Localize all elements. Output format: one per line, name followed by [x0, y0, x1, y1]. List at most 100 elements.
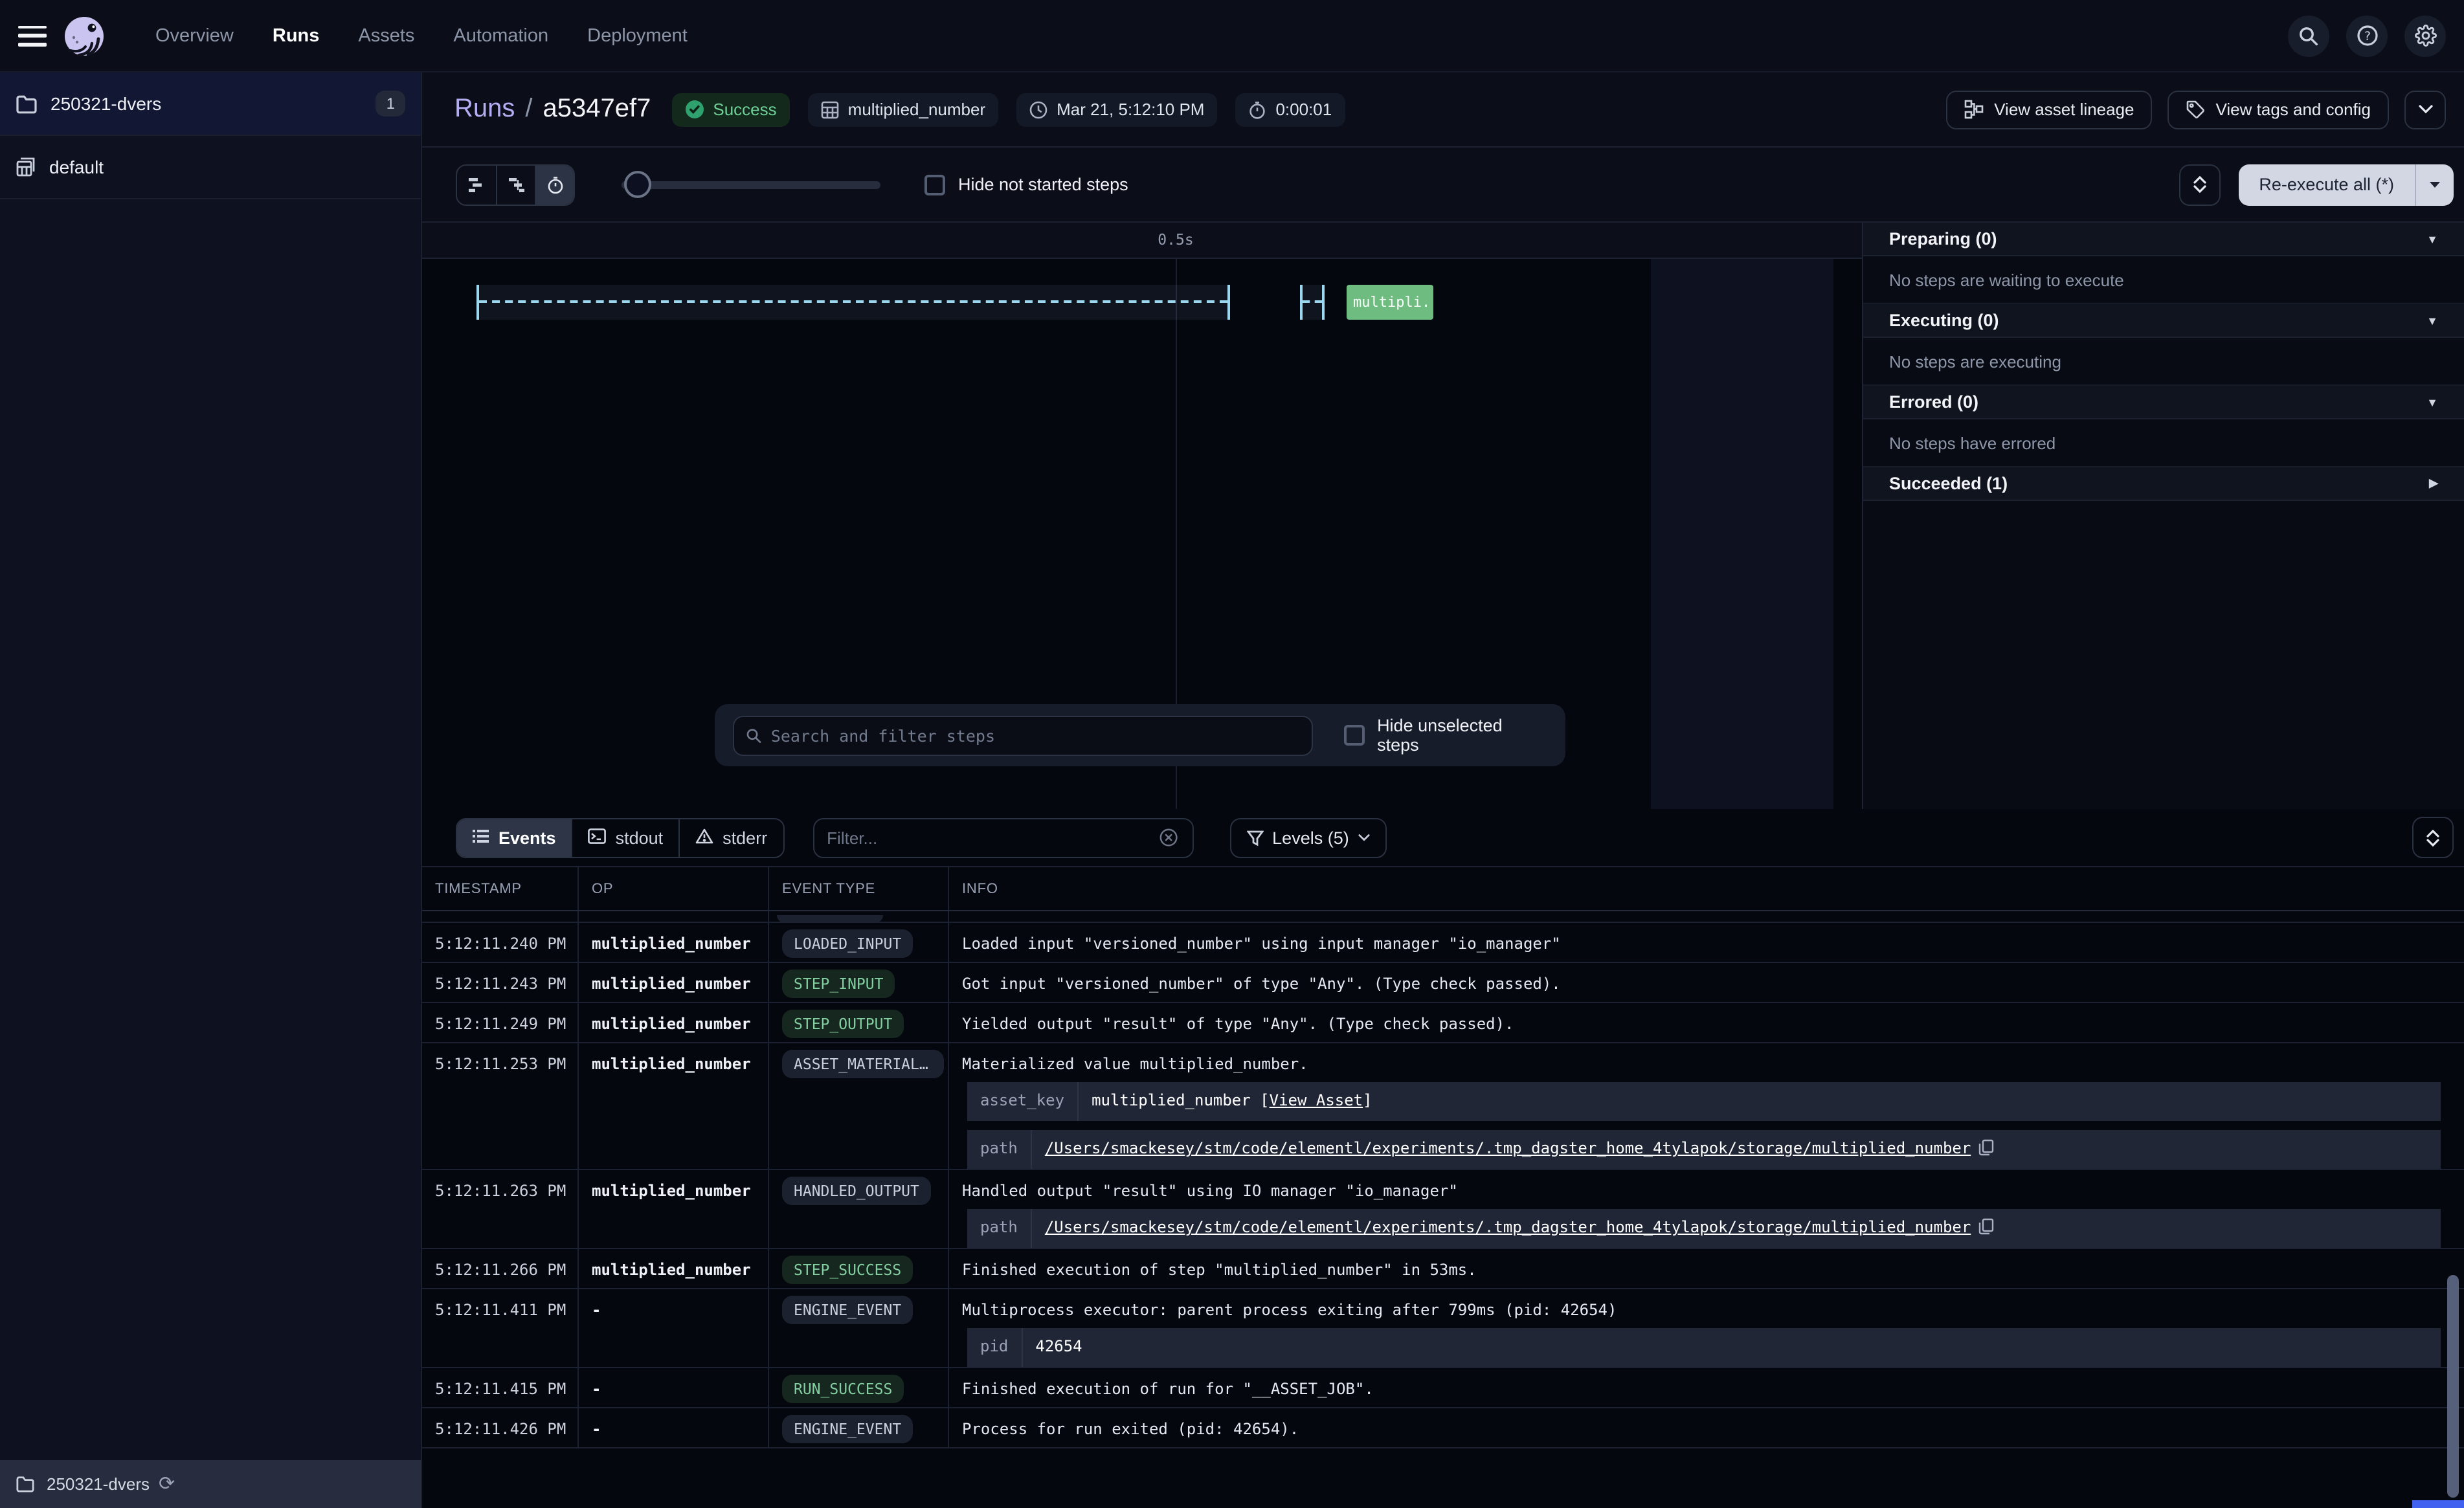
- refresh-icon[interactable]: ⟳: [159, 1474, 175, 1494]
- gantt-step-bar[interactable]: multipli..: [1347, 285, 1433, 320]
- settings-gear-icon[interactable]: [2404, 15, 2446, 56]
- info-cell: Process for run exited (pid: 42654).: [949, 1408, 2464, 1447]
- slider-knob[interactable]: [624, 170, 651, 197]
- tab-stdout[interactable]: stdout: [572, 819, 679, 856]
- gantt-chart-zone: 0.5s multipli.. Hide unselected steps Pr…: [422, 223, 2464, 809]
- info-cell: Loaded input "versioned_number" using in…: [949, 923, 2464, 962]
- tab-stderr[interactable]: stderr: [678, 819, 783, 856]
- info-cell: Finished execution of run for "__ASSET_J…: [949, 1368, 2464, 1407]
- nav-item-runs[interactable]: Runs: [273, 25, 320, 46]
- flat-view-icon[interactable]: [457, 165, 496, 204]
- event-row: [422, 911, 2464, 923]
- hide-not-started-checkbox[interactable]: [924, 174, 945, 195]
- metadata-key: path: [967, 1130, 1032, 1169]
- event-type-tag: STEP_OUTPUT: [782, 1010, 904, 1038]
- search-icon[interactable]: [2288, 15, 2329, 56]
- timed-view-icon[interactable]: [535, 165, 574, 204]
- timestamp-cell: 5:12:11.263 PM: [422, 1170, 579, 1248]
- column-header-timestamp: TIMESTAMP: [422, 867, 579, 910]
- funnel-icon: [1246, 829, 1263, 846]
- nav-item-deployment[interactable]: Deployment: [587, 25, 688, 46]
- folder-icon: [16, 1476, 35, 1492]
- gantt-highlight-band: [1651, 259, 1833, 809]
- status-section-header[interactable]: Preparing (0)▼: [1863, 223, 2464, 256]
- metadata-value: multiplied_number [View Asset]: [1079, 1082, 1385, 1121]
- breadcrumb-separator: /: [525, 94, 532, 124]
- timeline-tick: 0.5s: [1145, 230, 1207, 249]
- gantt-waiting-span-small: [1300, 285, 1325, 320]
- horizontal-scrollbar-fragment: [2412, 1500, 2464, 1508]
- help-icon[interactable]: ?: [2346, 15, 2388, 56]
- event-row: 5:12:11.263 PMmultiplied_numberHANDLED_O…: [422, 1170, 2464, 1249]
- dagster-logo-icon[interactable]: [62, 14, 106, 58]
- event-type-tag: LOADED_INPUT: [782, 929, 913, 958]
- reexecute-split-button: Re-execute all (*): [2238, 164, 2454, 205]
- reexecute-dropdown-button[interactable]: [2415, 164, 2454, 205]
- warning-icon: [695, 828, 722, 847]
- chevron-up-icon: [2193, 176, 2206, 184]
- metadata-entry-path: path/Users/smackesey/stm/code/elementl/e…: [967, 1209, 2441, 1248]
- reexecute-all-button[interactable]: Re-execute all (*): [2238, 164, 2415, 205]
- event-table-header: TIMESTAMPOPEVENT TYPEINFO: [422, 866, 2464, 911]
- chevron-down-icon: [2426, 838, 2439, 846]
- op-cell: multiplied_number: [579, 1003, 769, 1042]
- log-filter-box: [812, 817, 1193, 858]
- event-info-text: Handled output "result" using IO manager…: [962, 1182, 2451, 1200]
- op-cell: multiplied_number: [579, 923, 769, 962]
- status-section-header[interactable]: Executing (0)▼: [1863, 304, 2464, 338]
- code-location-status-bar[interactable]: 250321-dvers ⟳: [0, 1460, 421, 1508]
- tag-icon: [2186, 100, 2206, 119]
- slider-track: [622, 181, 880, 188]
- view-asset-lineage-button[interactable]: View asset lineage: [1946, 90, 2152, 129]
- op-cell: multiplied_number: [579, 963, 769, 1002]
- clear-filter-icon[interactable]: [1159, 827, 1179, 848]
- sidebar-item-job-default[interactable]: default: [0, 136, 421, 199]
- view-asset-link[interactable]: View Asset: [1270, 1091, 1363, 1109]
- status-section-header[interactable]: Errored (0)▼: [1863, 386, 2464, 419]
- events-expand-button[interactable]: [2412, 817, 2454, 858]
- op-cell: [579, 911, 769, 923]
- menu-icon[interactable]: [18, 25, 47, 46]
- copy-icon[interactable]: [1978, 1139, 1994, 1160]
- metadata-value: /Users/smackesey/stm/code/elementl/exper…: [1032, 1130, 2008, 1169]
- nav-item-automation[interactable]: Automation: [453, 25, 548, 46]
- waterfall-view-icon[interactable]: [496, 165, 535, 204]
- tab-label: Events: [498, 828, 556, 847]
- hide-unselected-checkbox[interactable]: [1343, 725, 1364, 746]
- vertical-scrollbar-thumb[interactable]: [2447, 1275, 2459, 1498]
- folder-icon: [16, 94, 38, 113]
- run-count-badge: 1: [376, 91, 405, 116]
- sidebar-item-code-location[interactable]: 250321-dvers 1: [0, 72, 421, 136]
- start-time-label: Mar 21, 5:12:10 PM: [1057, 100, 1204, 119]
- view-tags-config-button[interactable]: View tags and config: [2168, 90, 2389, 129]
- metadata-value-text: multiplied_number: [1092, 1091, 1260, 1109]
- step-search-input[interactable]: [771, 726, 1299, 745]
- lineage-icon: [1964, 100, 1984, 119]
- metadata-key: pid: [967, 1328, 1022, 1367]
- tab-label: stdout: [616, 828, 664, 847]
- status-section-expand-icon: ▶: [2429, 476, 2438, 491]
- step-search-box: [733, 715, 1312, 755]
- nav-item-assets[interactable]: Assets: [358, 25, 414, 46]
- event-type-cell: STEP_OUTPUT: [769, 1003, 949, 1042]
- log-filter-input[interactable]: [827, 828, 1159, 847]
- levels-filter-button[interactable]: Levels (5): [1229, 817, 1387, 858]
- event-row: 5:12:11.249 PMmultiplied_numberSTEP_OUTP…: [422, 1003, 2464, 1043]
- event-info-text: Yielded output "result" of type "Any". (…: [962, 1015, 2451, 1033]
- event-info-text: Materialized value multiplied_number.: [962, 1055, 2451, 1073]
- bracket: ]: [1363, 1091, 1372, 1109]
- asset-tag[interactable]: multiplied_number: [808, 93, 998, 126]
- gantt-expand-button[interactable]: [2178, 164, 2220, 205]
- timestamp-cell: 5:12:11.415 PM: [422, 1368, 579, 1407]
- copy-icon[interactable]: [1978, 1218, 1994, 1239]
- timestamp-cell: [422, 911, 579, 923]
- tab-events[interactable]: Events: [457, 819, 572, 856]
- path-link[interactable]: /Users/smackesey/stm/code/elementl/exper…: [1045, 1218, 1971, 1236]
- breadcrumb-runs-link[interactable]: Runs: [454, 94, 515, 124]
- more-actions-chevron-button[interactable]: [2404, 90, 2446, 129]
- status-section-header[interactable]: Succeeded (1)▶: [1863, 467, 2464, 501]
- op-cell: multiplied_number: [579, 1170, 769, 1248]
- nav-item-overview[interactable]: Overview: [155, 25, 234, 46]
- path-link[interactable]: /Users/smackesey/stm/code/elementl/exper…: [1045, 1139, 1971, 1157]
- partial-tag-fragment: [777, 915, 883, 923]
